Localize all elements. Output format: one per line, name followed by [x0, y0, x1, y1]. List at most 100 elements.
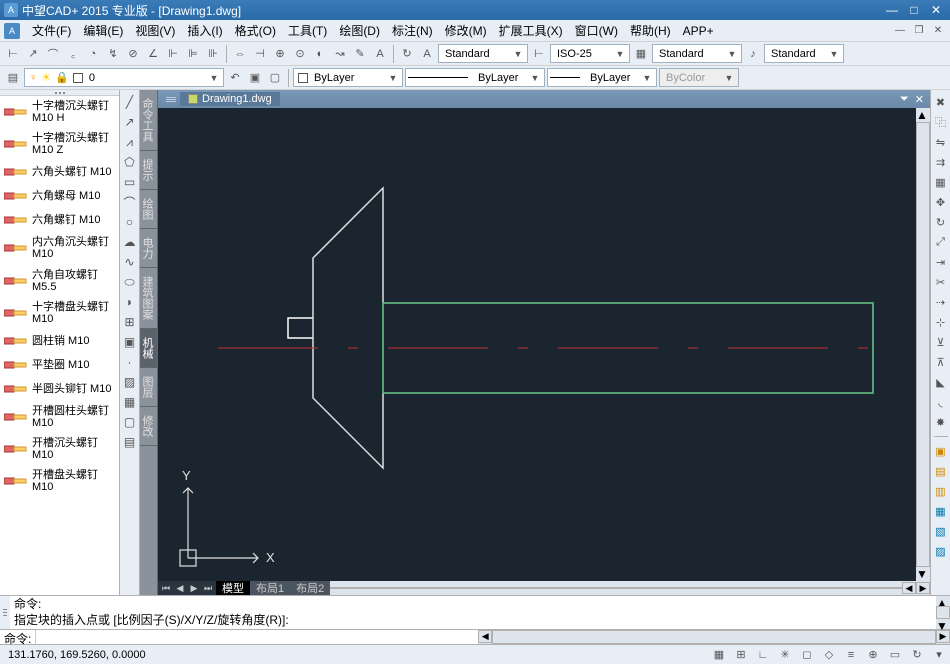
fillet-icon[interactable]: ◟	[933, 394, 949, 410]
join-icon[interactable]: ⊼	[933, 354, 949, 370]
drawing-canvas[interactable]: X Y ▲ ▼	[158, 108, 930, 581]
dim-diameter-icon[interactable]: ⊘	[124, 45, 142, 63]
sheet-set-icon[interactable]: ▦	[933, 503, 949, 519]
menu-view[interactable]: 视图(V)	[129, 20, 181, 41]
mirror-icon[interactable]: ⇋	[933, 134, 949, 150]
scroll-left-icon[interactable]: ◀	[902, 582, 916, 594]
circle-icon[interactable]: ○	[122, 214, 138, 230]
menu-file[interactable]: 文件(F)	[26, 20, 77, 41]
dim-quick-icon[interactable]: ⊩	[164, 45, 182, 63]
ortho-toggle-icon[interactable]: ∟	[752, 646, 774, 664]
part-item[interactable]: 内六角沉头螺钉 M10	[0, 232, 119, 264]
tab-next-icon[interactable]: ▶	[188, 582, 200, 594]
part-item[interactable]: 开槽圆柱头螺钉 M10	[0, 401, 119, 433]
chevron-down-icon[interactable]: ▼	[528, 73, 542, 83]
gradient-icon[interactable]: ▦	[122, 394, 138, 410]
dim-break-icon[interactable]: ⊣	[251, 45, 269, 63]
otrack-toggle-icon[interactable]: ◇	[818, 646, 840, 664]
part-item[interactable]: 开槽盘头螺钉 M10	[0, 465, 119, 497]
dim-radius-icon[interactable]: ◔	[84, 45, 102, 63]
document-tab[interactable]: Drawing1.dwg	[180, 92, 280, 106]
cmd-h-scroll-right-icon[interactable]: ▶	[936, 630, 950, 643]
make-block-icon[interactable]: ▣	[122, 334, 138, 350]
textstyle-icon[interactable]: A	[418, 45, 436, 63]
chevron-down-icon[interactable]: ▼	[725, 49, 739, 59]
vtab-cmd-tools[interactable]: 命令工具	[140, 90, 157, 151]
dim-jog-icon[interactable]: ↯	[104, 45, 122, 63]
xline-icon[interactable]: ↗	[122, 114, 138, 130]
cmd-scroll-down-icon[interactable]: ▼	[936, 619, 950, 629]
part-item[interactable]: 开槽沉头螺钉 M10	[0, 433, 119, 465]
doc-minimize-button[interactable]: —	[892, 24, 908, 38]
linetype-preview-dropdown[interactable]: ByLayer ▼	[405, 68, 545, 87]
layer-off-icon[interactable]: ▢	[266, 69, 284, 87]
chevron-down-icon[interactable]: ▼	[386, 73, 400, 83]
chevron-down-icon[interactable]: ▼	[613, 49, 627, 59]
region-icon[interactable]: ▢	[122, 414, 138, 430]
array-icon[interactable]: ▦	[933, 174, 949, 190]
canvas-v-scroll[interactable]: ▲ ▼	[916, 108, 930, 581]
part-item[interactable]: 平垫圈 M10	[0, 353, 119, 377]
vtab-electric[interactable]: 电力	[140, 229, 157, 268]
tab-prev-icon[interactable]: ◀	[174, 582, 186, 594]
layer-manager-icon[interactable]: ▤	[4, 69, 22, 87]
doc-close-button[interactable]: ✕	[930, 24, 946, 38]
dim-linear-icon[interactable]: ⊢	[4, 45, 22, 63]
erase-icon[interactable]: ✖	[933, 94, 949, 110]
dim-style-dropdown[interactable]: ISO-25 ▼	[550, 44, 630, 63]
stretch-icon[interactable]: ⇥	[933, 254, 949, 270]
mleaderstyle-icon[interactable]: ♪	[744, 45, 762, 63]
ellipse-icon[interactable]: ⬭	[122, 274, 138, 290]
dim-angular-icon[interactable]: ∠	[144, 45, 162, 63]
canvas-h-scroll[interactable]	[330, 587, 902, 589]
doc-restore-button[interactable]: ❐	[911, 24, 927, 38]
chamfer-icon[interactable]: ◣	[933, 374, 949, 390]
extend-icon[interactable]: ⇢	[933, 294, 949, 310]
rotate-icon[interactable]: ↻	[933, 214, 949, 230]
linetype-dropdown[interactable]: ByLayer ▼	[293, 68, 403, 87]
vtab-arch[interactable]: 建筑图案	[140, 268, 157, 329]
part-item[interactable]: 十字槽沉头螺钉 M10 H	[0, 96, 119, 128]
menu-insert[interactable]: 插入(I)	[181, 20, 228, 41]
table-style-dropdown[interactable]: Standard ▼	[652, 44, 742, 63]
layout1-tab[interactable]: 布局1	[250, 581, 290, 595]
status-menu-icon[interactable]: ▾	[928, 646, 950, 664]
model-toggle-icon[interactable]: ▭	[884, 646, 906, 664]
dim-aligned-icon[interactable]: ↗	[24, 45, 42, 63]
tablestyle-icon[interactable]: ▦	[632, 45, 650, 63]
snap-toggle-icon[interactable]: ▦	[708, 646, 730, 664]
maximize-button[interactable]: □	[904, 2, 924, 18]
layer-prev-icon[interactable]: ↶	[226, 69, 244, 87]
hatch-icon[interactable]: ▨	[122, 374, 138, 390]
menu-edit[interactable]: 编辑(E)	[77, 20, 129, 41]
tab-first-icon[interactable]: ⏮	[160, 582, 172, 594]
vtab-mechanical[interactable]: 机械	[140, 329, 157, 368]
lineweight-dropdown[interactable]: ByLayer ▼	[547, 68, 657, 87]
dim-center-icon[interactable]: ⊙	[291, 45, 309, 63]
vtab-draw[interactable]: 绘图	[140, 190, 157, 229]
tab-last-icon[interactable]: ⏭	[202, 582, 214, 594]
menu-app-icon[interactable]: A	[4, 23, 20, 39]
command-input[interactable]	[36, 630, 478, 644]
minimize-button[interactable]: —	[882, 2, 902, 18]
dim-update-icon[interactable]: ↻	[398, 45, 416, 63]
polar-toggle-icon[interactable]: ✳	[774, 646, 796, 664]
dim-tedit-icon[interactable]: A	[371, 45, 389, 63]
move-icon[interactable]: ✥	[933, 194, 949, 210]
menu-tools[interactable]: 工具(T)	[282, 20, 333, 41]
insert-block-icon[interactable]: ⊞	[122, 314, 138, 330]
vtab-modify[interactable]: 修改	[140, 407, 157, 446]
menu-dimension[interactable]: 标注(N)	[386, 20, 439, 41]
dim-jogline-icon[interactable]: ↝	[331, 45, 349, 63]
part-item[interactable]: 六角自攻螺钉 M5.5	[0, 265, 119, 297]
scroll-down-icon[interactable]: ▼	[916, 567, 930, 581]
offset-icon[interactable]: ⇉	[933, 154, 949, 170]
revcloud-icon[interactable]: ☁	[122, 234, 138, 250]
close-button[interactable]: ✕	[926, 2, 946, 18]
polygon-icon[interactable]: ⬠	[122, 154, 138, 170]
part-item[interactable]: 六角螺母 M10	[0, 184, 119, 208]
design-center-icon[interactable]: ▣	[933, 443, 949, 459]
menu-help[interactable]: 帮助(H)	[624, 20, 677, 41]
cmd-h-scroll[interactable]	[492, 630, 936, 644]
markup-icon[interactable]: ▧	[933, 523, 949, 539]
